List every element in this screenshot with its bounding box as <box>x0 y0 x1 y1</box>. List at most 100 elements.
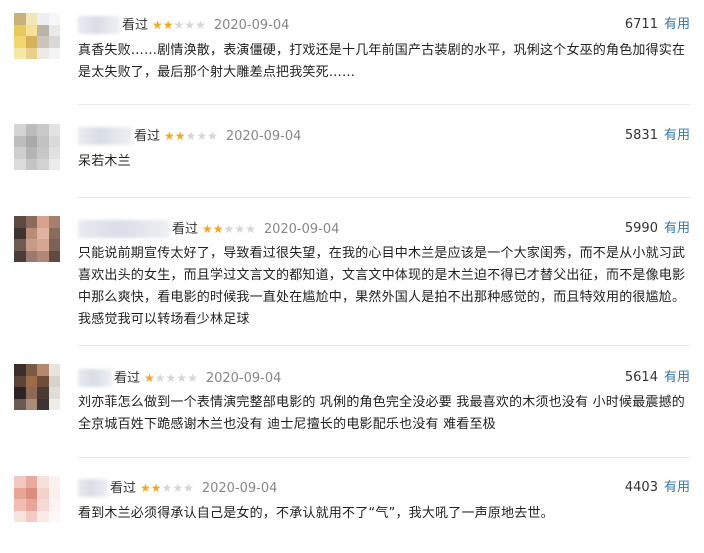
avatar-pixel <box>48 398 60 410</box>
star-filled-icon: ★ <box>202 222 213 236</box>
useful-button[interactable]: 有用 <box>664 17 690 32</box>
avatar-pixel <box>14 499 26 511</box>
avatar-pixel <box>14 13 26 25</box>
avatar-pixel <box>48 364 60 376</box>
divider <box>78 345 690 346</box>
useful-button[interactable]: 有用 <box>664 370 690 385</box>
avatar-pixel <box>14 36 26 48</box>
avatar-pixel <box>25 135 37 147</box>
avatar-pixel <box>37 13 49 25</box>
rating-stars: ★★★★★ <box>144 369 198 387</box>
avatar-pixel <box>37 135 49 147</box>
avatar-pixel <box>48 387 60 399</box>
avatar-pixel <box>25 398 37 410</box>
star-filled-icon: ★ <box>162 18 174 32</box>
review-meta: 看过 ★★★★★ 2020-09-04 <box>110 479 277 498</box>
star-filled-icon: ★ <box>152 18 163 32</box>
star-empty-icon: ★ <box>187 371 198 385</box>
avatar-pixel <box>14 47 26 59</box>
avatar-pixel <box>25 13 37 25</box>
avatar-pixel <box>25 24 37 36</box>
avatar-pixel <box>25 375 37 387</box>
star-empty-icon: ★ <box>165 371 177 385</box>
rating-stars: ★★★★★ <box>140 479 194 497</box>
username[interactable] <box>78 127 132 145</box>
avatar-pixel <box>37 36 49 48</box>
avatar[interactable] <box>14 124 60 170</box>
avatar-pixel <box>48 47 60 59</box>
useful-button[interactable]: 有用 <box>664 480 690 495</box>
avatar-pixel <box>25 510 37 522</box>
star-empty-icon: ★ <box>154 371 166 385</box>
review-text: 真香失败……剧情涣散，表演僵硬，打戏还是十几年前国产古装剧的水平，巩俐这个女巫的… <box>78 43 686 80</box>
star-empty-icon: ★ <box>161 481 173 495</box>
useful-button[interactable]: 有用 <box>664 128 690 143</box>
avatar-pixel <box>48 13 60 25</box>
avatar-pixel <box>48 487 60 499</box>
username[interactable] <box>78 369 112 387</box>
username[interactable] <box>78 16 120 34</box>
review-meta: 看过 ★★★★★ 2020-09-04 <box>114 369 281 388</box>
avatar-pixel <box>25 227 37 239</box>
vote-number: 5614 <box>624 370 658 385</box>
star-empty-icon: ★ <box>185 129 197 143</box>
avatar-pixel <box>14 216 26 228</box>
username[interactable] <box>78 479 108 497</box>
avatar-pixel <box>14 227 26 239</box>
vote-count: 4403 有用 <box>625 479 690 497</box>
avatar-pixel <box>25 216 37 228</box>
star-filled-icon: ★ <box>144 371 155 385</box>
avatar-pixel <box>25 47 37 59</box>
avatar-pixel <box>37 499 49 511</box>
vote-count: 6711 有用 <box>625 16 690 34</box>
avatar-pixel <box>37 476 49 488</box>
avatar-pixel <box>37 216 49 228</box>
avatar-pixel <box>14 476 26 488</box>
avatar-pixel <box>14 24 26 36</box>
avatar-pixel <box>25 364 37 376</box>
username[interactable] <box>78 220 170 238</box>
avatar-pixel <box>25 487 37 499</box>
avatar[interactable] <box>14 13 60 59</box>
divider <box>78 197 690 198</box>
review-date: 2020-09-04 <box>213 18 290 33</box>
avatar-pixel <box>14 375 26 387</box>
avatar-pixel <box>25 476 37 488</box>
avatar[interactable] <box>14 216 60 262</box>
star-empty-icon: ★ <box>223 222 235 236</box>
vote-number: 4403 <box>624 480 658 495</box>
avatar-pixel <box>37 158 49 170</box>
avatar-pixel <box>14 239 26 251</box>
avatar-pixel <box>48 510 60 522</box>
watched-label: 看过 <box>110 481 137 496</box>
star-filled-icon: ★ <box>164 129 175 143</box>
review-date: 2020-09-04 <box>205 371 282 386</box>
rating-stars: ★★★★★ <box>164 127 218 145</box>
avatar-pixel <box>48 239 60 251</box>
vote-number: 6711 <box>624 17 658 32</box>
star-empty-icon: ★ <box>184 18 196 32</box>
useful-button[interactable]: 有用 <box>664 221 690 236</box>
review-text: 刘亦菲怎么做到一个表情演完整部电影的 巩俐的角色完全没必要 我最喜欢的木须也没有… <box>78 395 685 432</box>
star-filled-icon: ★ <box>174 129 186 143</box>
avatar-pixel <box>48 158 60 170</box>
star-empty-icon: ★ <box>196 129 208 143</box>
avatar-pixel <box>14 250 26 262</box>
avatar-pixel <box>37 387 49 399</box>
avatar-pixel <box>37 24 49 36</box>
avatar[interactable] <box>14 476 60 522</box>
review-meta: 看过 ★★★★★ 2020-09-04 <box>134 127 301 146</box>
vote-count: 5614 有用 <box>625 369 690 387</box>
rating-stars: ★★★★★ <box>202 220 256 238</box>
star-filled-icon: ★ <box>140 481 151 495</box>
avatar-pixel <box>14 364 26 376</box>
avatar-pixel <box>48 476 60 488</box>
avatar-pixel <box>37 239 49 251</box>
avatar-pixel <box>48 250 60 262</box>
watched-label: 看过 <box>122 18 149 33</box>
star-empty-icon: ★ <box>207 129 218 143</box>
review-meta: 看过 ★★★★★ 2020-09-04 <box>122 16 289 35</box>
star-empty-icon: ★ <box>176 371 188 385</box>
review-meta: 看过 ★★★★★ 2020-09-04 <box>172 220 339 239</box>
avatar[interactable] <box>14 364 60 410</box>
